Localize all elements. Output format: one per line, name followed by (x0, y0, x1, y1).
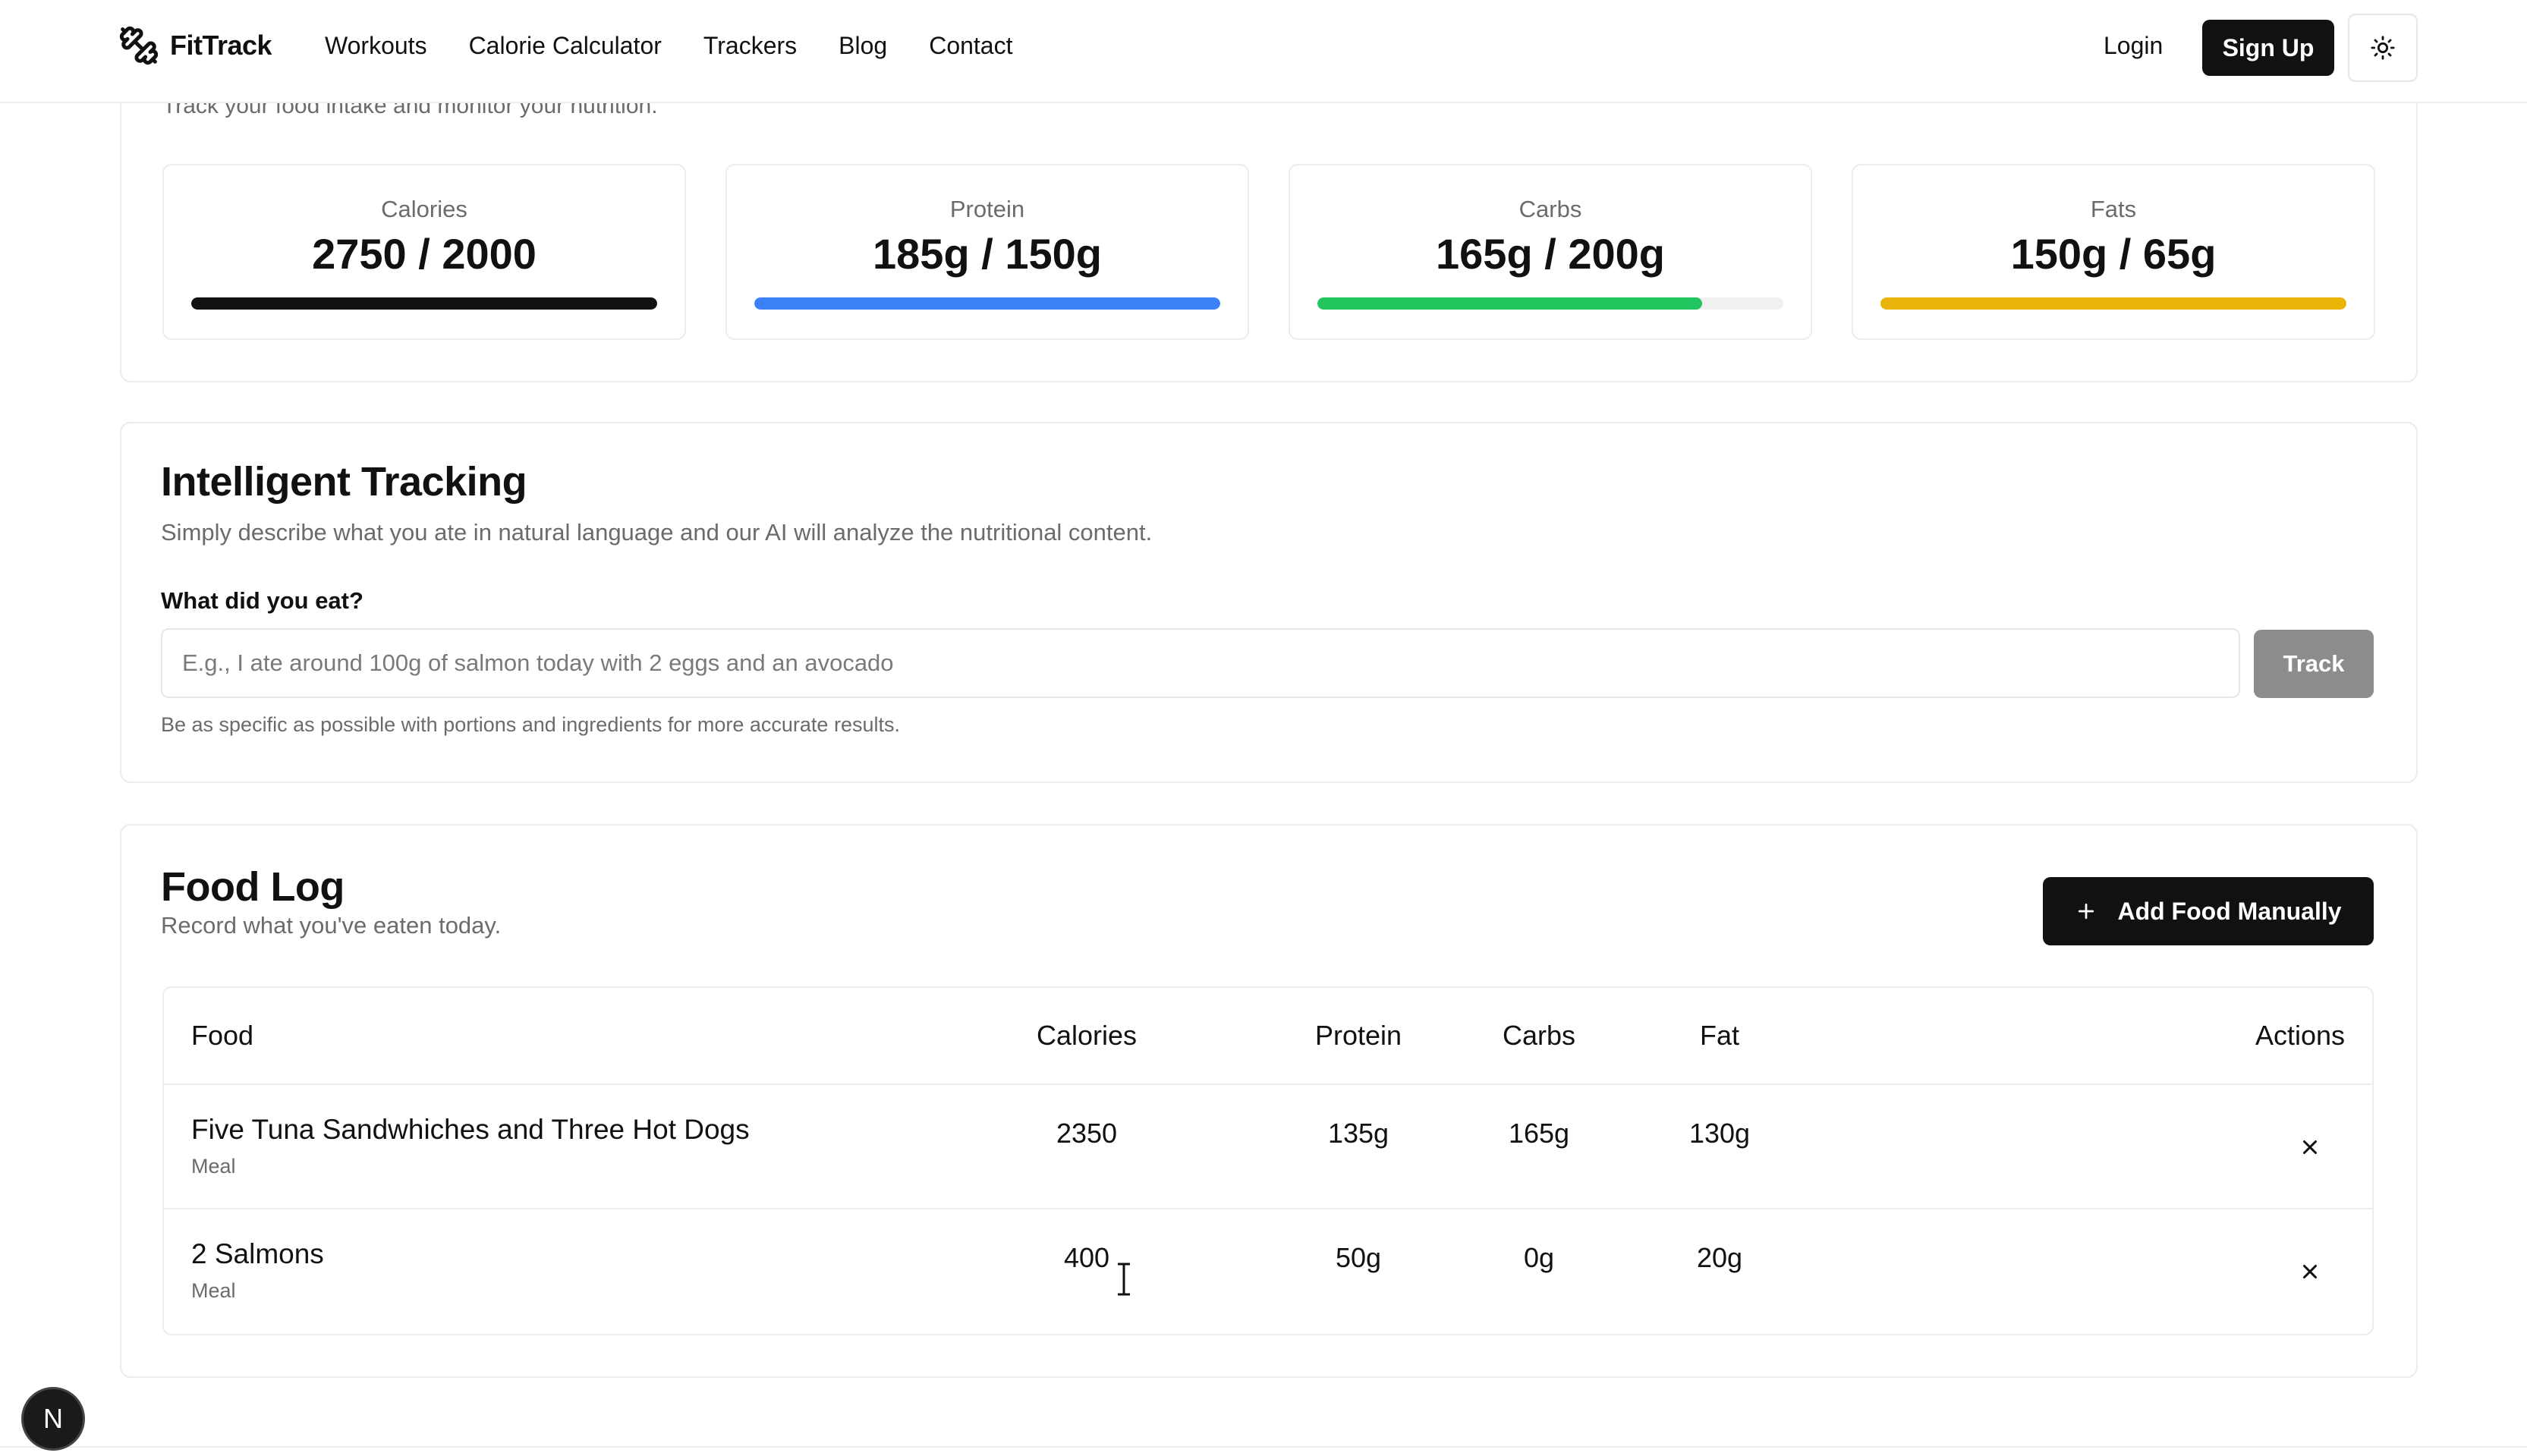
carbs-progress-bar (1317, 297, 1702, 310)
fats-progress-bar (1880, 297, 2346, 310)
stat-value: 185g / 150g (873, 230, 1102, 278)
food-type: Meal (191, 1279, 236, 1302)
stat-value: 165g / 200g (1436, 230, 1665, 278)
food-name: 2 Salmons (191, 1238, 324, 1269)
tracking-hint: Be as specific as possible with portions… (161, 713, 900, 736)
fats-stat: Fats 150g / 65g (1852, 164, 2375, 340)
nav-link-blog[interactable]: Blog (839, 29, 887, 62)
food-log-title: Food Log (161, 864, 345, 910)
row-divider (162, 1208, 2374, 1209)
carbs-stat: Carbs 165g / 200g (1289, 164, 1812, 340)
protein-cell: 135g (1327, 1118, 1389, 1149)
nav-link-contact[interactable]: Contact (929, 29, 1012, 62)
top-navbar: FitTrack Workouts Calorie Calculator Tra… (0, 0, 2527, 103)
column-header-actions: Actions (2255, 1020, 2345, 1051)
close-icon (2303, 1140, 2317, 1154)
protein-cell: 50g (1335, 1242, 1382, 1273)
tracking-title: Intelligent Tracking (161, 459, 527, 505)
stat-label: Carbs (1518, 196, 1582, 222)
calories-cell: 400 (1063, 1242, 1110, 1273)
column-header-protein: Protein (1314, 1020, 1402, 1051)
food-type: Meal (191, 1155, 236, 1178)
nav-link-calorie-calculator[interactable]: Calorie Calculator (469, 29, 662, 62)
food-log-subtitle: Record what you've eaten today. (161, 912, 502, 939)
tracking-description: Simply describe what you ate in natural … (161, 519, 1153, 546)
carbs-cell: 0g (1523, 1242, 1555, 1273)
brand-logo-link[interactable]: FitTrack (118, 24, 272, 67)
progress-track (754, 297, 1220, 310)
stat-label: Protein (949, 196, 1025, 222)
stat-label: Fats (2090, 196, 2137, 222)
close-icon (2303, 1265, 2317, 1278)
nav-links: Workouts Calorie Calculator Trackers Blo… (325, 29, 1054, 62)
nav-link-workouts[interactable]: Workouts (325, 29, 427, 62)
dumbbell-logo-icon (119, 26, 159, 65)
sun-icon (2371, 36, 2395, 60)
fat-cell: 20g (1696, 1242, 1743, 1273)
signup-button[interactable]: Sign Up (2202, 20, 2334, 76)
protein-progress-bar (754, 297, 1220, 310)
delete-row-button[interactable] (2295, 1132, 2325, 1162)
stat-label: Calories (381, 196, 467, 222)
nav-link-trackers[interactable]: Trackers (703, 29, 797, 62)
calories-progress-bar (191, 297, 657, 310)
calories-stat: Calories 2750 / 2000 (162, 164, 686, 340)
login-link[interactable]: Login (2104, 29, 2163, 62)
progress-track (1317, 297, 1783, 310)
column-header-fat: Fat (1699, 1020, 1739, 1051)
text-cursor-icon (1118, 1263, 1130, 1296)
food-log-table (162, 986, 2374, 1335)
brand-name: FitTrack (170, 30, 272, 61)
delete-row-button[interactable] (2295, 1256, 2325, 1287)
plus-icon (2079, 903, 2094, 920)
food-description-input[interactable] (161, 628, 2240, 698)
add-food-label: Add Food Manually (2117, 897, 2342, 925)
stat-value: 150g / 65g (2010, 230, 2217, 278)
footer-divider (0, 1446, 2527, 1448)
column-header-carbs: Carbs (1502, 1020, 1576, 1051)
carbs-cell: 165g (1508, 1118, 1570, 1149)
food-input-label: What did you eat? (161, 587, 363, 614)
column-header-food: Food (191, 1020, 254, 1051)
row-divider (162, 1083, 2374, 1085)
theme-toggle-button[interactable] (2348, 14, 2418, 82)
food-name: Five Tuna Sandwhiches and Three Hot Dogs (191, 1114, 750, 1145)
progress-track (191, 297, 657, 310)
add-food-manually-button[interactable]: Add Food Manually (2043, 877, 2374, 945)
protein-stat: Protein 185g / 150g (725, 164, 1249, 340)
track-button[interactable]: Track (2254, 630, 2374, 698)
calories-cell: 2350 (1056, 1118, 1118, 1149)
dev-tools-badge[interactable]: N (21, 1387, 85, 1451)
column-header-calories: Calories (1036, 1020, 1138, 1051)
stat-value: 2750 / 2000 (312, 230, 537, 278)
progress-track (1880, 297, 2346, 310)
fat-cell: 130g (1688, 1118, 1751, 1149)
